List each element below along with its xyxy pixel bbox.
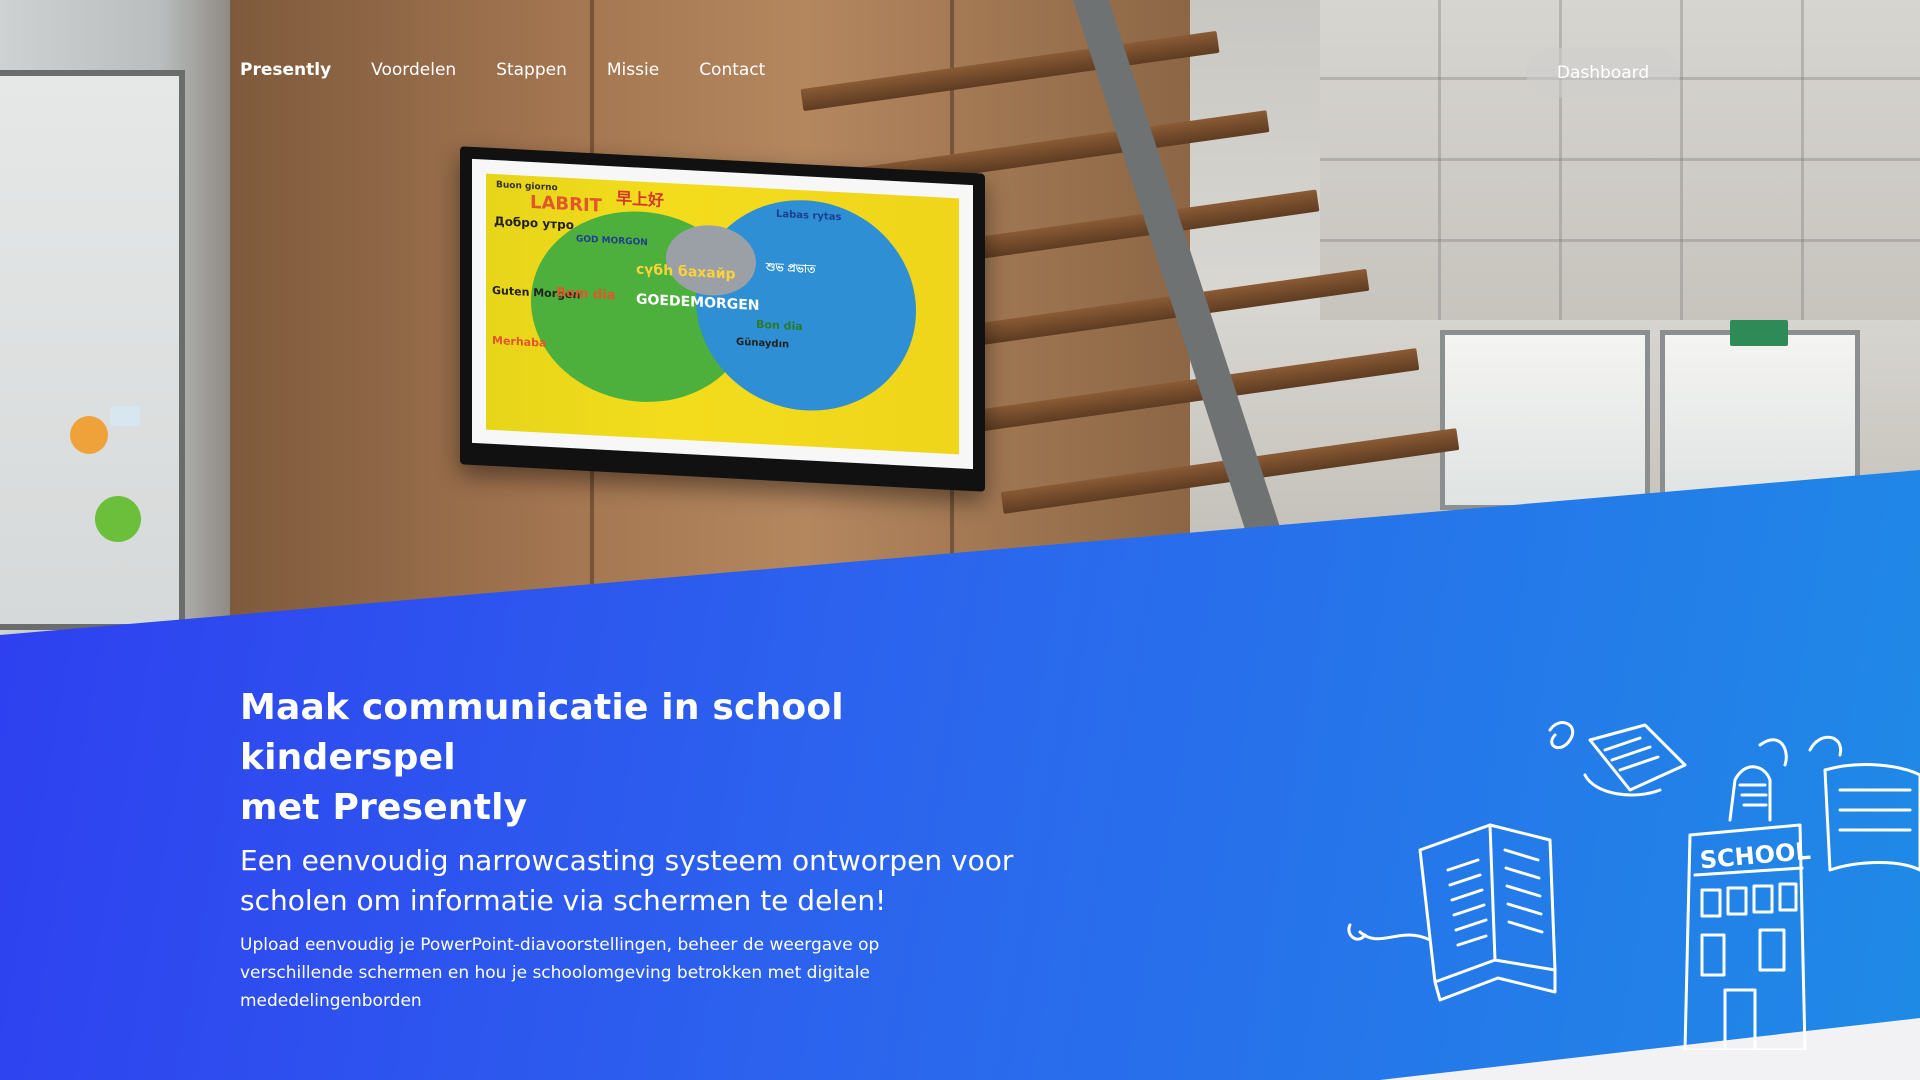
tv-word: 早上好 bbox=[616, 188, 665, 210]
hero-copy: Maak communicatie in school kinderspel m… bbox=[240, 683, 1060, 1015]
tv-word: Merhaba bbox=[492, 333, 547, 350]
hero-subheadline: Een eenvoudig narrowcasting systeem ontw… bbox=[240, 841, 1060, 921]
nav-link-missie[interactable]: Missie bbox=[607, 60, 659, 80]
tv-screen: Buon giorno LABRIT 早上好 Добро утро GOD MO… bbox=[472, 158, 973, 470]
hero-headline-line: Maak communicatie in school kinderspel bbox=[240, 687, 844, 778]
dashboard-button[interactable]: Dashboard bbox=[1526, 48, 1680, 98]
hero-headline-line: met Presently bbox=[240, 787, 528, 828]
tv-word: Bom dia bbox=[556, 285, 616, 304]
open-book-icon bbox=[1347, 823, 1557, 1002]
hero-body-line: mededelingenborden bbox=[240, 991, 422, 1011]
tv-word: Bon dia bbox=[756, 317, 803, 334]
tv-display: Buon giorno LABRIT 早上好 Добро утро GOD MO… bbox=[460, 146, 985, 492]
hero-subheadline-line: Een eenvoudig narrowcasting systeem ontw… bbox=[240, 844, 1014, 877]
tv-word: LABRIT bbox=[530, 191, 602, 217]
tv-word: শুভ প্রভাত bbox=[766, 260, 816, 276]
nav-link-stappen[interactable]: Stappen bbox=[496, 60, 567, 80]
school-building-icon: SCHOOL bbox=[1683, 738, 1812, 1050]
main-nav: Presently Voordelen Stappen Missie Conta… bbox=[240, 60, 765, 80]
brand-link[interactable]: Presently bbox=[240, 60, 331, 80]
greetings-poster: Buon giorno LABRIT 早上好 Добро утро GOD MO… bbox=[486, 173, 959, 455]
exit-sign-icon bbox=[1730, 320, 1788, 346]
tv-word: Добро утро bbox=[494, 214, 574, 233]
flying-book-icon bbox=[1548, 721, 1687, 797]
nav-link-voordelen[interactable]: Voordelen bbox=[371, 60, 456, 80]
tv-word: Buon giorno bbox=[496, 180, 558, 194]
book-icon bbox=[1808, 735, 1920, 872]
hero-body-line: verschillende schermen en hou je schoolo… bbox=[240, 963, 870, 983]
hero-subheadline-line: scholen om informatie via schermen te de… bbox=[240, 884, 887, 917]
window bbox=[1440, 330, 1650, 510]
school-books-illustration: SCHOOL bbox=[1347, 721, 1920, 1050]
glass-door bbox=[0, 70, 185, 630]
hero-body: Upload eenvoudig je PowerPoint-diavoorst… bbox=[240, 931, 900, 1015]
hero-body-line: Upload eenvoudig je PowerPoint-diavoorst… bbox=[240, 935, 880, 955]
nav-link-contact[interactable]: Contact bbox=[699, 60, 765, 80]
hero-headline: Maak communicatie in school kinderspel m… bbox=[240, 683, 1060, 833]
